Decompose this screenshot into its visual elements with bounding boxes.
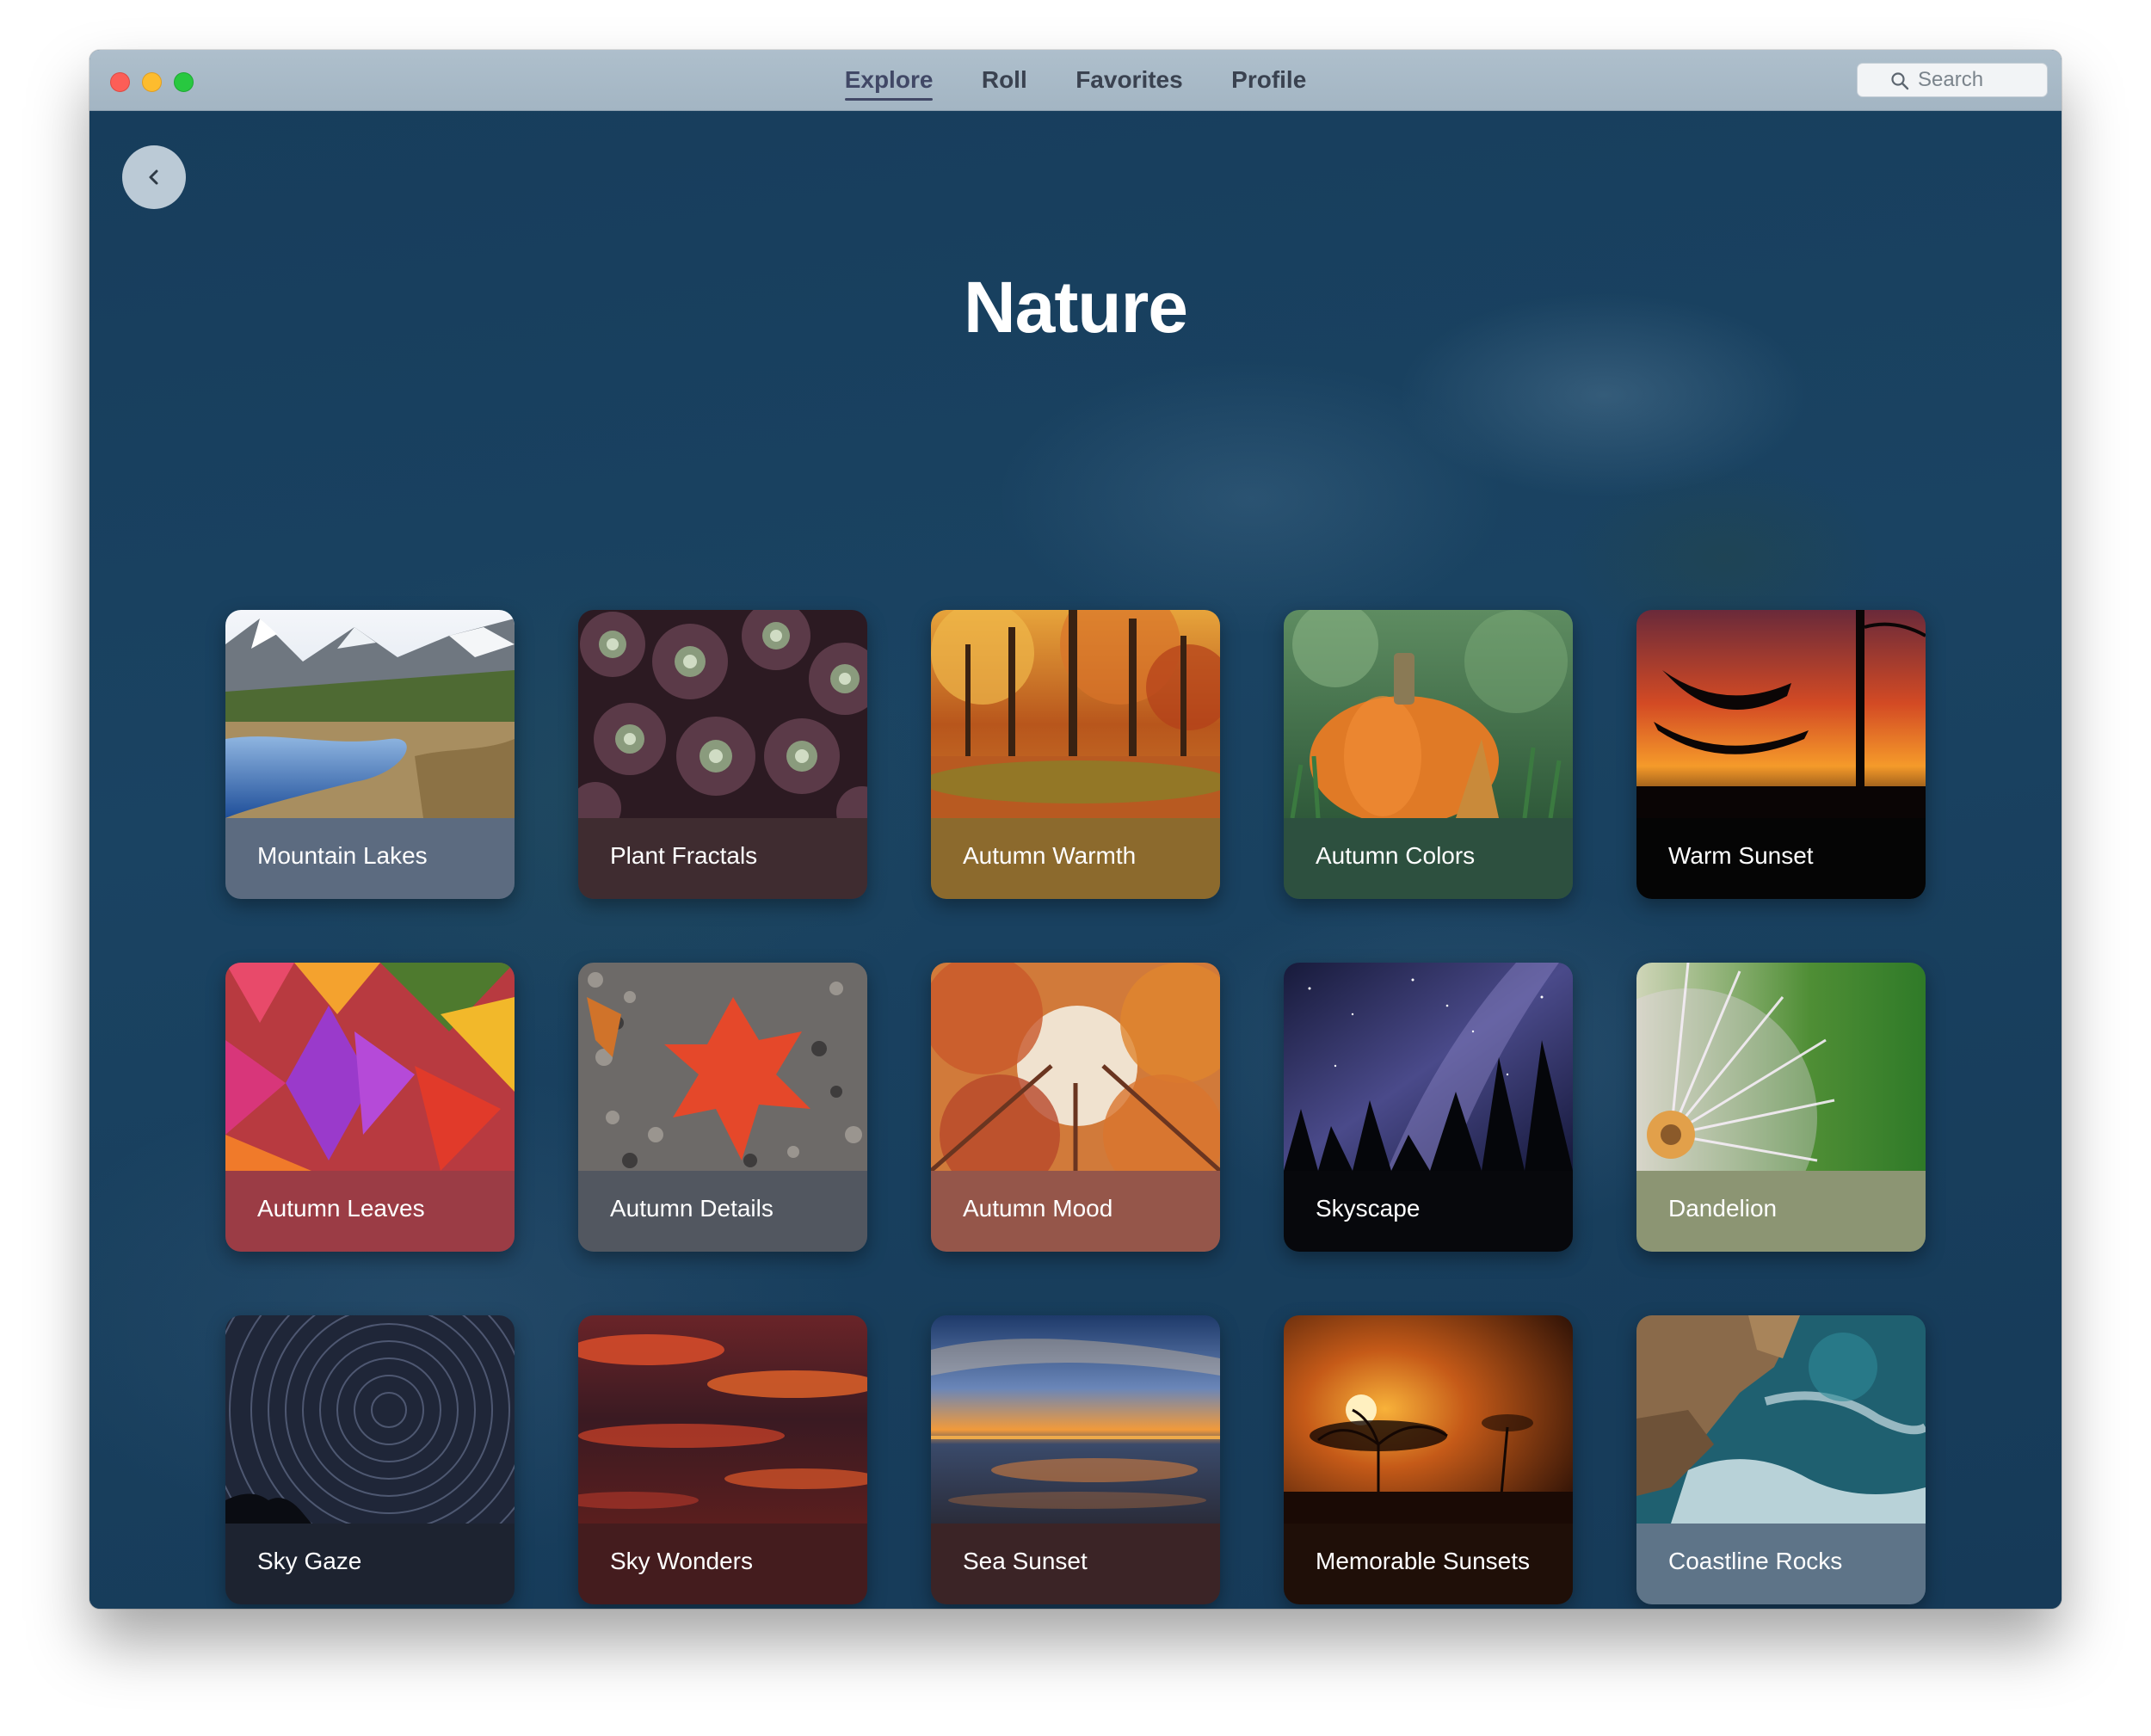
collection-grid: Mountain Lakes Plant Fractals Autumn War…: [225, 610, 1926, 1604]
title-bar: Explore Roll Favorites Profile: [89, 50, 2062, 111]
card-title: Autumn Leaves: [257, 1195, 425, 1222]
card-autumn-warmth[interactable]: Autumn Warmth: [931, 610, 1220, 899]
page-title: Nature: [963, 267, 1188, 348]
card-thumbnail: [931, 610, 1220, 818]
card-autumn-mood[interactable]: Autumn Mood: [931, 963, 1220, 1252]
card-title: Mountain Lakes: [257, 842, 428, 869]
card-sea-sunset[interactable]: Sea Sunset: [931, 1315, 1220, 1604]
card-title: Sea Sunset: [963, 1548, 1088, 1574]
card-thumbnail: [225, 1315, 515, 1524]
card-dandelion[interactable]: Dandelion: [1636, 963, 1926, 1252]
card-thumbnail: [578, 963, 867, 1171]
search-icon: [1891, 72, 1909, 90]
card-title: Memorable Sunsets: [1316, 1548, 1531, 1574]
card-title: Plant Fractals: [610, 842, 758, 869]
tab-profile[interactable]: Profile: [1231, 50, 1306, 110]
search-box[interactable]: [1857, 63, 2048, 97]
top-nav: Explore Roll Favorites Profile: [89, 50, 2062, 110]
app-window: Explore Roll Favorites Profile Nature: [89, 50, 2062, 1609]
card-thumbnail: [1284, 610, 1573, 818]
search-input[interactable]: [1918, 64, 2038, 96]
card-thumbnail: [225, 610, 515, 818]
card-coastline-rocks[interactable]: Coastline Rocks: [1636, 1315, 1926, 1604]
card-thumbnail: [1636, 1315, 1926, 1524]
card-thumbnail: [578, 610, 867, 818]
card-thumbnail: [225, 963, 515, 1171]
card-title: Skyscape: [1316, 1195, 1421, 1222]
card-thumbnail: [1636, 963, 1926, 1171]
card-thumbnail: [1284, 963, 1573, 1171]
card-title: Sky Gaze: [257, 1548, 362, 1574]
tab-explore[interactable]: Explore: [844, 50, 933, 110]
card-thumbnail: [1636, 610, 1926, 818]
card-sky-gaze[interactable]: Sky Gaze: [225, 1315, 515, 1604]
card-thumbnail: [1284, 1315, 1573, 1524]
card-thumbnail: [931, 963, 1220, 1171]
card-thumbnail: [931, 1315, 1220, 1524]
card-autumn-leaves[interactable]: Autumn Leaves: [225, 963, 515, 1252]
card-title: Warm Sunset: [1668, 842, 1814, 869]
card-title: Sky Wonders: [610, 1548, 753, 1574]
back-button[interactable]: [122, 145, 186, 209]
card-plant-fractals[interactable]: Plant Fractals: [578, 610, 867, 899]
card-autumn-colors[interactable]: Autumn Colors: [1284, 610, 1573, 899]
card-skyscape[interactable]: Skyscape: [1284, 963, 1573, 1252]
card-title: Dandelion: [1668, 1195, 1778, 1222]
tab-roll[interactable]: Roll: [982, 50, 1027, 110]
card-title: Autumn Details: [610, 1195, 773, 1222]
card-sky-wonders[interactable]: Sky Wonders: [578, 1315, 867, 1604]
card-autumn-details[interactable]: Autumn Details: [578, 963, 867, 1252]
tab-favorites[interactable]: Favorites: [1076, 50, 1183, 110]
card-title: Autumn Mood: [963, 1195, 1113, 1222]
chevron-left-icon: [149, 169, 158, 185]
card-mountain-lakes[interactable]: Mountain Lakes: [225, 610, 515, 899]
card-title: Coastline Rocks: [1668, 1548, 1843, 1574]
main-content: Nature Mountain Lakes Plant Fractals Aut…: [89, 111, 2062, 1609]
card-title: Autumn Colors: [1316, 842, 1476, 869]
card-warm-sunset[interactable]: Warm Sunset: [1636, 610, 1926, 899]
card-thumbnail: [578, 1315, 867, 1524]
card-title: Autumn Warmth: [963, 842, 1137, 869]
card-memorable-sunsets[interactable]: Memorable Sunsets: [1284, 1315, 1573, 1604]
